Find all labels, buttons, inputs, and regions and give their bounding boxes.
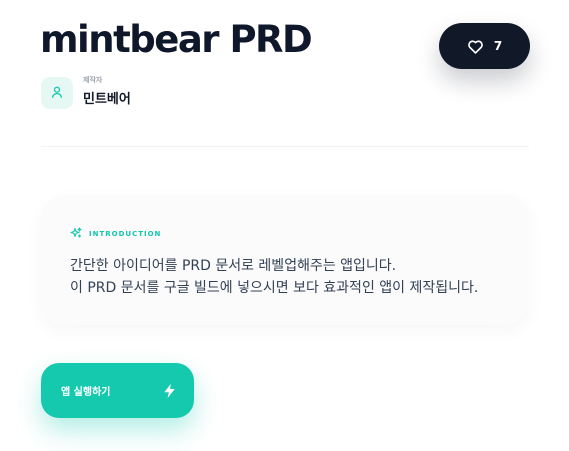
creator-text: 제작자 민트베어 [83,76,131,107]
like-button[interactable]: 7 [439,23,530,69]
app-detail-page: mintbear PRD 7 제작자 민트베어 INTRODUCTION 간단한… [0,0,569,451]
heart-icon [467,39,484,54]
introduction-line: 간단한 아이디어를 PRD 문서로 레벨업해주는 앱입니다. [70,258,397,274]
introduction-header: INTRODUCTION [70,224,161,243]
creator-caption: 제작자 [83,76,103,84]
introduction-card: INTRODUCTION 간단한 아이디어를 PRD 문서로 레벨업해주는 앱입… [41,195,529,325]
avatar [41,77,73,109]
page-title: mintbear PRD [40,18,313,61]
creator-name: 민트베어 [83,92,131,107]
introduction-line: 이 PRD 문서를 구글 빌드에 넣으시면 보다 효과적인 앱이 제작됩니다. [70,280,479,296]
introduction-label: INTRODUCTION [89,229,162,238]
lightning-icon [163,383,176,399]
run-app-label: 앱 실행하기 [61,387,111,398]
user-icon [50,84,64,103]
introduction-text: 간단한 아이디어를 PRD 문서로 레벨업해주는 앱입니다. 이 PRD 문서를… [70,255,478,299]
creator-info: 제작자 민트베어 [41,76,131,109]
run-app-button[interactable]: 앱 실행하기 [41,363,194,418]
sparkle-icon [70,224,82,243]
like-count: 7 [493,39,503,53]
divider [41,146,529,147]
